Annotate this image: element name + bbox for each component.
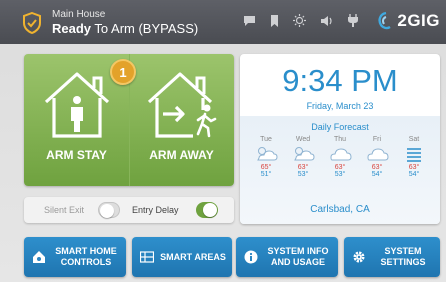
- forecast-high: 63°: [334, 164, 346, 171]
- forecast-day: Thu 63° 53°: [322, 136, 358, 178]
- silent-exit-toggle[interactable]: [98, 202, 120, 218]
- entry-delay-label: Entry Delay: [132, 205, 179, 215]
- forecast-high: 63°: [371, 164, 383, 171]
- clock-weather-panel[interactable]: 9:34 PM Friday, March 23 Daily Forecast …: [240, 54, 440, 224]
- forecast-day: Sat 63° 54°: [396, 136, 432, 178]
- forecast-high: 63°: [408, 164, 420, 171]
- forecast-day-name: Wed: [295, 136, 311, 143]
- clock-date: Friday, March 23: [306, 101, 374, 111]
- toggle-knob: [203, 203, 217, 217]
- status-ready: Ready: [52, 21, 92, 36]
- clock-time: 9:34 PM: [282, 63, 398, 98]
- bookmark-icon[interactable]: [270, 14, 279, 27]
- forecast-low: 54°: [408, 171, 420, 178]
- forecast-day-name: Tue: [260, 136, 272, 143]
- house-person-icon: [44, 72, 110, 138]
- shield-check-icon: [23, 12, 41, 34]
- forecast-day: Fri 63° 54°: [359, 136, 395, 178]
- message-icon[interactable]: [243, 15, 256, 27]
- partly-cloudy-icon: [257, 147, 278, 161]
- forecast-day: Tue 65° 51°: [248, 136, 284, 178]
- forecast-low: 51°: [260, 171, 272, 178]
- areas-grid-icon: [140, 251, 154, 263]
- brand-swirl-icon: [378, 11, 392, 30]
- entry-delay-toggle[interactable]: [196, 202, 218, 218]
- status-header: Main House Ready To Arm (BYPASS) 2GIG: [0, 0, 446, 44]
- gear-icon: [353, 251, 365, 263]
- arm-away-label: ARM AWAY: [149, 148, 214, 162]
- forecast-day-name: Fri: [372, 136, 382, 143]
- system-settings-label: SYSTEM SETTINGS: [380, 246, 426, 267]
- notification-badge[interactable]: 1: [110, 59, 136, 85]
- status-detail: To Arm (BYPASS): [91, 21, 199, 36]
- smart-areas-button[interactable]: SMART AREAS: [132, 237, 232, 277]
- system-settings-button[interactable]: SYSTEM SETTINGS: [344, 237, 440, 277]
- home-gear-icon: [33, 251, 45, 263]
- forecast-low: 53°: [297, 171, 309, 178]
- brightness-icon[interactable]: [293, 14, 306, 27]
- forecast-low: 53°: [334, 171, 346, 178]
- info-icon: [244, 250, 258, 264]
- forecast-high: 63°: [297, 164, 309, 171]
- smart-home-controls-button[interactable]: SMART HOME CONTROLS: [24, 237, 126, 277]
- location-name: Main House: [52, 9, 106, 20]
- partly-cloudy-icon: [294, 147, 315, 161]
- forecast-day: Wed 63° 53°: [285, 136, 321, 178]
- smart-areas-label: SMART AREAS: [160, 251, 226, 262]
- security-panel-screen: Main House Ready To Arm (BYPASS) 2GIG AR…: [0, 0, 446, 282]
- brand-name: 2GIG: [397, 11, 440, 30]
- forecast-title: Daily Forecast: [311, 122, 369, 132]
- exit-options: Silent Exit Entry Delay: [24, 197, 234, 223]
- toggle-knob: [100, 204, 114, 218]
- house-exit-icon: [147, 72, 217, 138]
- forecast-day-name: Thu: [333, 136, 347, 143]
- header-icons: [243, 14, 358, 27]
- cloudy-icon: [367, 148, 389, 161]
- cloudy-icon: [330, 148, 352, 161]
- volume-icon[interactable]: [320, 15, 334, 27]
- forecast-row: Tue 65° 51° Wed 63° 53° Thu 63° 53° Fri …: [248, 136, 432, 178]
- weather-city: Carlsbad, CA: [310, 204, 370, 215]
- forecast-high: 65°: [260, 164, 272, 171]
- arm-away-button[interactable]: ARM AWAY: [129, 54, 234, 186]
- system-info-label: SYSTEM INFO AND USAGE: [267, 246, 329, 267]
- forecast-low: 54°: [371, 171, 383, 178]
- system-info-button[interactable]: SYSTEM INFO AND USAGE: [236, 237, 338, 277]
- plug-icon[interactable]: [348, 14, 358, 27]
- arm-stay-label: ARM STAY: [46, 148, 107, 162]
- smart-home-controls-label: SMART HOME CONTROLS: [55, 246, 117, 267]
- arm-status[interactable]: Ready To Arm (BYPASS): [52, 22, 198, 36]
- fog-icon: [407, 148, 421, 162]
- brand-logo: 2GIG: [377, 11, 440, 31]
- forecast-day-name: Sat: [408, 136, 420, 143]
- silent-exit-label: Silent Exit: [44, 205, 85, 215]
